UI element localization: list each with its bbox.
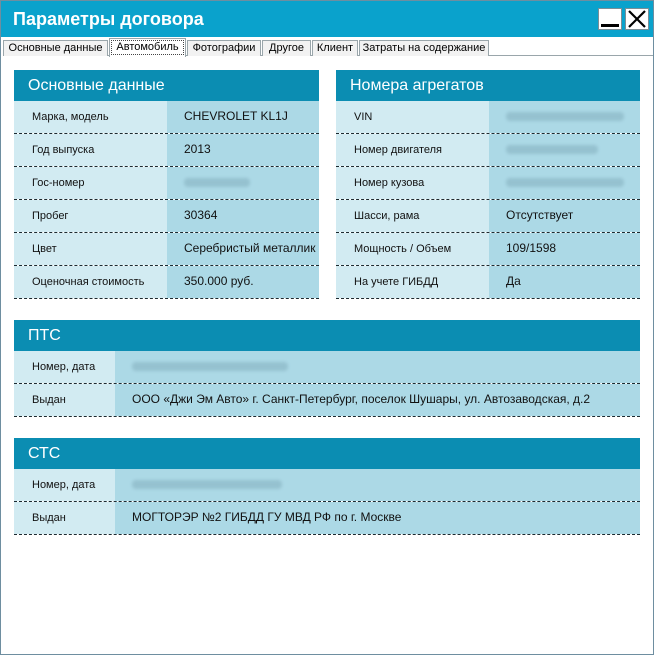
- pts-header: ПТС: [14, 320, 640, 351]
- redacted-vin: [506, 112, 624, 122]
- power-volume-row: Мощность / Объем 109/1598: [336, 233, 640, 266]
- pts-panel: ПТС Номер, дата Выдан ООО «Джи Эм Авто» …: [14, 320, 640, 417]
- color-label: Цвет: [14, 233, 167, 265]
- redacted-body-number: [506, 178, 624, 188]
- redacted-engine-number: [506, 145, 598, 155]
- power-volume-value[interactable]: 109/1598: [489, 233, 640, 265]
- mileage-label: Пробег: [14, 200, 167, 232]
- appraisal-label: Оценочная стоимость: [14, 266, 167, 298]
- engine-number-row: Номер двигателя: [336, 134, 640, 167]
- body-number-label: Номер кузова: [336, 167, 489, 199]
- vin-label: VIN: [336, 101, 489, 133]
- tab-photos[interactable]: Фотографии: [187, 40, 261, 56]
- unit-numbers-panel: Номера агрегатов VIN Номер двигателя Ном…: [336, 70, 640, 299]
- pts-number-date-value[interactable]: [115, 351, 640, 383]
- tab-client[interactable]: Клиент: [312, 40, 358, 56]
- sts-panel: СТС Номер, дата Выдан МОГТОРЭР №2 ГИБДД …: [14, 438, 640, 535]
- redacted-sts-number: [132, 480, 282, 490]
- year-label: Год выпуска: [14, 134, 167, 166]
- plate-row: Гос-номер: [14, 167, 319, 200]
- vin-value[interactable]: [489, 101, 640, 133]
- tab-other[interactable]: Другое: [262, 40, 311, 56]
- vin-row: VIN: [336, 101, 640, 134]
- minimize-button[interactable]: [598, 8, 622, 30]
- tab-car[interactable]: Автомобиль: [109, 38, 186, 57]
- make-model-row: Марка, модель CHEVROLET KL1J: [14, 101, 319, 134]
- unit-numbers-header: Номера агрегатов: [336, 70, 640, 101]
- contract-parameters-window: Параметры договора Основные данные Автом…: [0, 0, 654, 655]
- close-button[interactable]: [625, 8, 649, 30]
- pts-issued-label: Выдан: [14, 384, 115, 416]
- engine-number-value[interactable]: [489, 134, 640, 166]
- redacted-pts-number: [132, 362, 288, 372]
- tab-basic-data[interactable]: Основные данные: [3, 40, 108, 56]
- sts-number-date-label: Номер, дата: [14, 469, 115, 501]
- minimize-icon: [601, 24, 619, 27]
- year-row: Год выпуска 2013: [14, 134, 319, 167]
- body-number-value[interactable]: [489, 167, 640, 199]
- make-model-value[interactable]: CHEVROLET KL1J: [167, 101, 319, 133]
- sts-number-date-row: Номер, дата: [14, 469, 640, 502]
- plate-value[interactable]: [167, 167, 319, 199]
- title-bar[interactable]: Параметры договора: [1, 1, 653, 37]
- power-volume-label: Мощность / Объем: [336, 233, 489, 265]
- sts-header: СТС: [14, 438, 640, 469]
- registered-label: На учете ГИБДД: [336, 266, 489, 298]
- chassis-value[interactable]: Отсутствует: [489, 200, 640, 232]
- window-title: Параметры договора: [13, 9, 204, 29]
- registered-value[interactable]: Да: [489, 266, 640, 298]
- pts-number-date-row: Номер, дата: [14, 351, 640, 384]
- sts-issued-row: Выдан МОГТОРЭР №2 ГИБДД ГУ МВД РФ по г. …: [14, 502, 640, 535]
- pts-number-date-label: Номер, дата: [14, 351, 115, 383]
- make-model-label: Марка, модель: [14, 101, 167, 133]
- tab-maintenance-costs[interactable]: Затраты на содержание: [359, 40, 489, 56]
- registered-row: На учете ГИБДД Да: [336, 266, 640, 299]
- close-icon: [628, 10, 646, 28]
- sts-issued-label: Выдан: [14, 502, 115, 534]
- pts-issued-row: Выдан ООО «Джи Эм Авто» г. Санкт-Петербу…: [14, 384, 640, 417]
- body-number-row: Номер кузова: [336, 167, 640, 200]
- year-value[interactable]: 2013: [167, 134, 319, 166]
- appraisal-value[interactable]: 350.000 руб.: [167, 266, 319, 298]
- chassis-row: Шасси, рама Отсутствует: [336, 200, 640, 233]
- tab-strip: Основные данные Автомобиль Фотографии Др…: [3, 38, 653, 57]
- mileage-value[interactable]: 30364: [167, 200, 319, 232]
- chassis-label: Шасси, рама: [336, 200, 489, 232]
- color-value[interactable]: Серебристый металлик: [167, 233, 319, 265]
- sts-issued-value[interactable]: МОГТОРЭР №2 ГИБДД ГУ МВД РФ по г. Москве: [115, 502, 640, 534]
- appraisal-row: Оценочная стоимость 350.000 руб.: [14, 266, 319, 299]
- plate-label: Гос-номер: [14, 167, 167, 199]
- sts-number-date-value[interactable]: [115, 469, 640, 501]
- engine-number-label: Номер двигателя: [336, 134, 489, 166]
- basic-data-header: Основные данные: [14, 70, 319, 101]
- mileage-row: Пробег 30364: [14, 200, 319, 233]
- redacted-plate: [184, 178, 250, 188]
- pts-issued-value[interactable]: ООО «Джи Эм Авто» г. Санкт-Петербург, по…: [115, 384, 640, 416]
- basic-data-panel: Основные данные Марка, модель CHEVROLET …: [14, 70, 319, 299]
- color-row: Цвет Серебристый металлик: [14, 233, 319, 266]
